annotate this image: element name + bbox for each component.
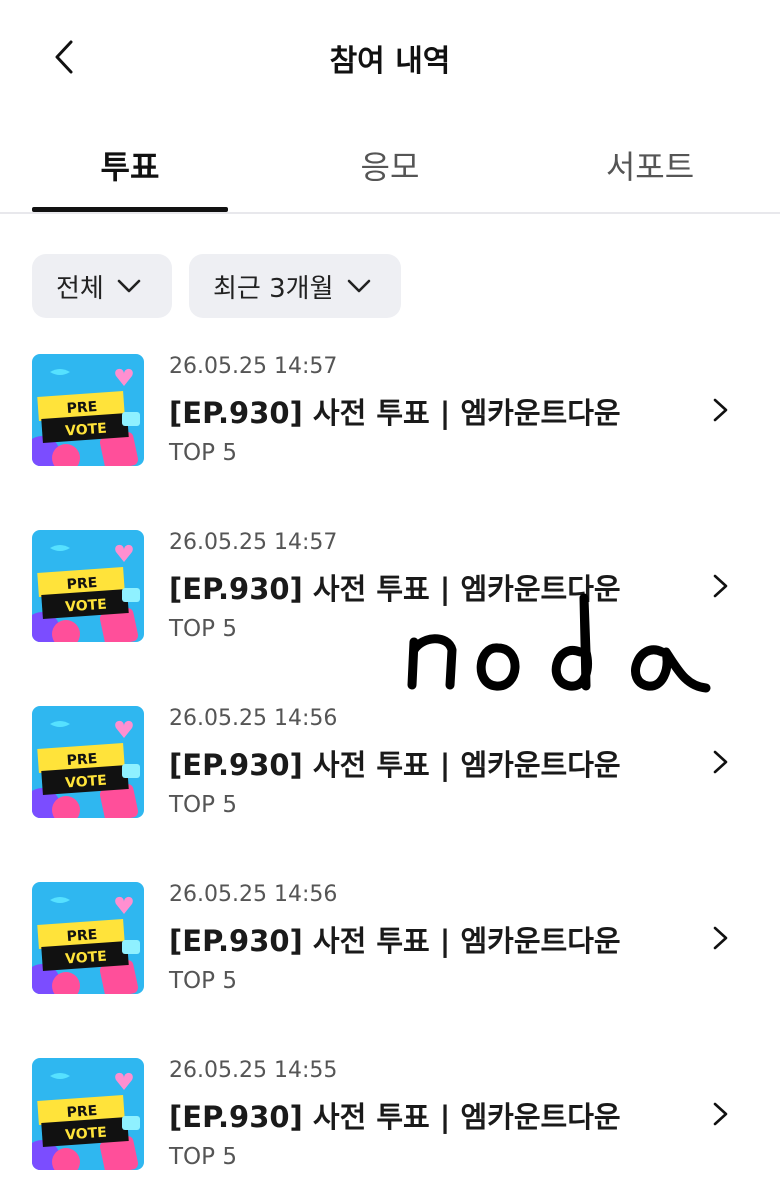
chevron-down-icon <box>114 271 144 301</box>
thumb-pre-text: PRE <box>66 1103 98 1121</box>
item-title: [EP.930] 사전 투표 | 엠카운트다운 <box>169 396 621 430</box>
item-subtitle: TOP 5 <box>169 616 237 642</box>
active-tab-indicator <box>32 207 228 212</box>
item-subtitle: TOP 5 <box>169 440 237 466</box>
chevron-down-icon <box>344 271 374 301</box>
tab-bar: 투표 응모 서포트 <box>0 112 780 214</box>
item-date: 26.05.25 14:57 <box>169 354 338 379</box>
item-subtitle: TOP 5 <box>169 792 237 818</box>
item-date: 26.05.25 14:57 <box>169 530 338 555</box>
chevron-right-icon <box>704 570 736 602</box>
chevron-right-icon <box>704 922 736 954</box>
item-title: [EP.930] 사전 투표 | 엠카운트다운 <box>169 924 621 958</box>
pre-vote-thumbnail: PRE VOTE <box>32 706 144 818</box>
tab-support[interactable]: 서포트 <box>550 142 750 188</box>
item-date: 26.05.25 14:56 <box>169 882 338 907</box>
thumb-vote-text: VOTE <box>65 773 108 792</box>
list-item[interactable]: PRE VOTE 26.05.25 14:56 [EP.930] 사전 투표 |… <box>0 698 780 828</box>
pre-vote-thumbnail: PRE VOTE <box>32 530 144 642</box>
app-screen: 참여 내역 투표 응모 서포트 전체 최근 3개월 PRE VOTE 26.05… <box>0 0 780 1200</box>
tab-entry[interactable]: 응모 <box>290 142 490 188</box>
item-title: [EP.930] 사전 투표 | 엠카운트다운 <box>169 748 621 782</box>
thumb-pre-text: PRE <box>66 751 98 769</box>
header-bar: 참여 내역 <box>0 0 780 112</box>
chevron-right-icon <box>704 746 736 778</box>
item-date: 26.05.25 14:56 <box>169 706 338 731</box>
thumb-vote-text: VOTE <box>65 421 108 440</box>
filter-category-label: 전체 <box>56 273 104 304</box>
filter-category-dropdown[interactable]: 전체 <box>32 254 172 318</box>
thumb-vote-text: VOTE <box>65 949 108 968</box>
pre-vote-thumbnail: PRE VOTE <box>32 354 144 466</box>
filter-period-label: 최근 3개월 <box>213 273 334 304</box>
item-subtitle: TOP 5 <box>169 968 237 994</box>
chevron-right-icon <box>704 1098 736 1130</box>
item-title: [EP.930] 사전 투표 | 엠카운트다운 <box>169 1100 621 1134</box>
pre-vote-thumbnail: PRE VOTE <box>32 1058 144 1170</box>
thumb-pre-text: PRE <box>66 927 98 945</box>
thumb-pre-text: PRE <box>66 399 98 417</box>
thumb-vote-text: VOTE <box>65 1125 108 1144</box>
item-subtitle: TOP 5 <box>169 1144 237 1170</box>
filter-period-dropdown[interactable]: 최근 3개월 <box>189 254 401 318</box>
chevron-right-icon <box>704 394 736 426</box>
list-item[interactable]: PRE VOTE 26.05.25 14:57 [EP.930] 사전 투표 |… <box>0 522 780 652</box>
list-item[interactable]: PRE VOTE 26.05.25 14:57 [EP.930] 사전 투표 |… <box>0 346 780 476</box>
tab-vote[interactable]: 투표 <box>32 142 228 188</box>
list-item[interactable]: PRE VOTE 26.05.25 14:55 [EP.930] 사전 투표 |… <box>0 1050 780 1180</box>
page-title: 참여 내역 <box>329 44 451 79</box>
pre-vote-thumbnail: PRE VOTE <box>32 882 144 994</box>
list-item[interactable]: PRE VOTE 26.05.25 14:56 [EP.930] 사전 투표 |… <box>0 874 780 1004</box>
item-title: [EP.930] 사전 투표 | 엠카운트다운 <box>169 572 621 606</box>
thumb-pre-text: PRE <box>66 575 98 593</box>
thumb-vote-text: VOTE <box>65 597 108 616</box>
item-date: 26.05.25 14:55 <box>169 1058 338 1083</box>
